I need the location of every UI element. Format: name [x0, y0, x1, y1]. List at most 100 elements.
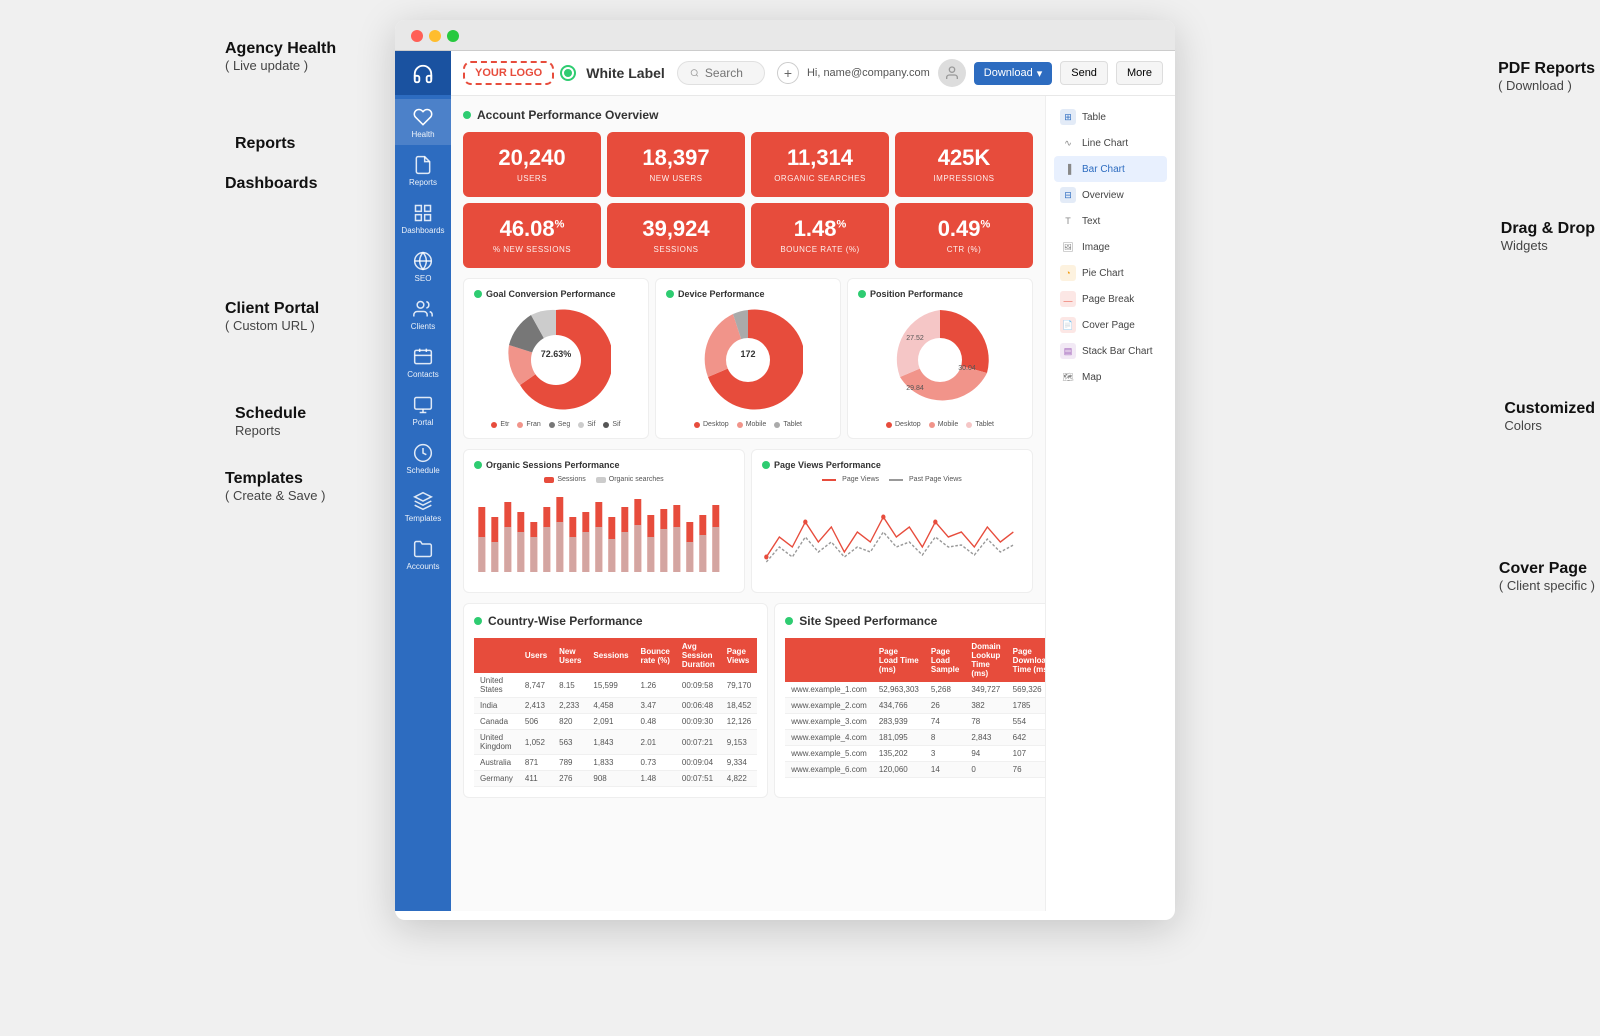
logo-area: YOUR LOGO: [463, 61, 574, 85]
sidebar-item-health[interactable]: Health: [395, 99, 451, 145]
user-avatar: [938, 59, 966, 87]
widget-item-text[interactable]: TText: [1054, 208, 1167, 234]
country-table: Users New Users Sessions Bounce rate (%)…: [474, 638, 757, 787]
goal-conversion-legend: Etr Fran Seg Sif Sif: [491, 421, 620, 428]
sidebar-item-seo[interactable]: SEO: [395, 243, 451, 289]
widget-item-overview[interactable]: ⊟Overview: [1054, 182, 1167, 208]
sidebar-label-accounts: Accounts: [407, 562, 440, 571]
search-box[interactable]: [677, 61, 765, 85]
svg-text:72.63%: 72.63%: [541, 349, 572, 359]
users-icon: [413, 299, 433, 319]
bar-chart-icon: ▐: [1060, 161, 1076, 177]
map-icon: 🗺: [1060, 369, 1076, 385]
portal-icon: [413, 395, 433, 415]
stat-sessions: 39,924 SESSIONS: [607, 203, 745, 268]
download-button[interactable]: Download ▾: [974, 62, 1052, 85]
folder-icon: [413, 539, 433, 559]
table-row: www.example_4.com181,09582,843642: [785, 730, 1045, 746]
overview-section-title: Account Performance Overview: [463, 108, 1033, 122]
logo-badge: YOUR LOGO: [463, 61, 554, 85]
widget-item-pie-chart[interactable]: ◔Pie Chart: [1054, 260, 1167, 286]
device-performance-legend: Desktop Mobile Tablet: [694, 421, 802, 428]
sidebar-item-contacts[interactable]: Contacts: [395, 339, 451, 385]
widget-item-image[interactable]: 🖼Image: [1054, 234, 1167, 260]
search-input[interactable]: [705, 66, 752, 80]
table-row: Canada5068202,0910.4800:09:3012,126: [474, 714, 757, 730]
widget-item-page-break[interactable]: ⎼Page Break: [1054, 286, 1167, 312]
country-table-body: United States8,7478.1515,5991.2600:09:58…: [474, 673, 757, 787]
annotation-agency-health: Agency Health ( Live update ): [225, 40, 336, 73]
sidebar-item-portal[interactable]: Portal: [395, 387, 451, 433]
sidebar-item-accounts[interactable]: Accounts: [395, 531, 451, 577]
widget-list: ⊞Table∿Line Chart▐Bar Chart⊟OverviewTTex…: [1054, 104, 1167, 390]
widget-item-cover-page[interactable]: 📄Cover Page: [1054, 312, 1167, 338]
annotation-pdf-reports: PDF Reports ( Download ): [1498, 60, 1595, 93]
browser-chrome: [395, 20, 1175, 51]
sidebar-label-templates: Templates: [405, 514, 441, 523]
sidebar-item-templates[interactable]: Templates: [395, 483, 451, 529]
sidebar-item-schedule[interactable]: Schedule: [395, 435, 451, 481]
goal-conversion-pie: 72.63%: [501, 305, 611, 415]
svg-text:29.84: 29.84: [906, 385, 924, 392]
globe-icon: [413, 251, 433, 271]
stat-new-users: 18,397 NEW USERS: [607, 132, 745, 197]
stat-new-sessions: 46.08% % NEW SESSIONS: [463, 203, 601, 268]
table-row: India2,4132,2334,4583.4700:06:4818,452: [474, 698, 757, 714]
sidebar-item-reports[interactable]: Reports: [395, 147, 451, 193]
sidebar-label-contacts: Contacts: [407, 370, 439, 379]
white-label-text: White Label: [586, 65, 665, 81]
more-button[interactable]: More: [1116, 61, 1163, 85]
stat-bounce-rate: 1.48% BOUNCE RATE (%): [751, 203, 889, 268]
overview-icon: ⊟: [1060, 187, 1076, 203]
sidebar-label-health: Health: [411, 130, 434, 139]
add-button[interactable]: +: [777, 62, 799, 84]
annotation-reports: Reports: [235, 135, 295, 153]
user-email: Hi, name@company.com: [807, 67, 930, 79]
site-speed-table-section: Site Speed Performance Page Load Time (m…: [774, 603, 1045, 798]
device-performance-chart: Device Performance: [655, 278, 841, 439]
pie-chart-icon: ◔: [1060, 265, 1076, 281]
text-icon: T: [1060, 213, 1076, 229]
stack-bar-chart-icon: ▤: [1060, 343, 1076, 359]
sidebar-label-seo: SEO: [415, 274, 432, 283]
sidebar-logo-area: [395, 51, 451, 95]
sidebar-label-dashboards: Dashboards: [401, 226, 444, 235]
svg-text:27.52: 27.52: [906, 335, 924, 342]
position-performance-legend: Desktop Mobile Tablet: [886, 421, 994, 428]
sidebar-label-schedule: Schedule: [406, 466, 439, 475]
page-break-icon: ⎼: [1060, 291, 1076, 307]
widget-item-line-chart[interactable]: ∿Line Chart: [1054, 130, 1167, 156]
position-performance-chart: Position Performance 2: [847, 278, 1033, 439]
heart-icon: [413, 107, 433, 127]
widget-item-bar-chart[interactable]: ▐Bar Chart: [1054, 156, 1167, 182]
annotation-schedule: Schedule Reports: [235, 405, 306, 438]
minimize-button-dot[interactable]: [429, 30, 441, 42]
stats-grid: 20,240 USERS 18,397 NEW USERS 11,314 ORG…: [463, 132, 1033, 268]
send-button[interactable]: Send: [1060, 61, 1108, 85]
table-row: United States8,7478.1515,5991.2600:09:58…: [474, 673, 757, 698]
bottom-charts: Organic Sessions Performance Sessions Or…: [463, 449, 1033, 593]
widget-item-stack-bar-chart[interactable]: ▤Stack Bar Chart: [1054, 338, 1167, 364]
annotation-cover-page: Cover Page ( Client specific ): [1499, 560, 1595, 593]
status-dot: [463, 111, 471, 119]
app-header: YOUR LOGO White Label +: [451, 51, 1175, 96]
active-dot: [562, 67, 574, 79]
widget-item-table[interactable]: ⊞Table: [1054, 104, 1167, 130]
table-sections: Country-Wise Performance Users New Users: [463, 603, 1033, 798]
table-row: United Kingdom1,0525631,8432.0100:07:219…: [474, 730, 757, 755]
sidebar-item-dashboards[interactable]: Dashboards: [395, 195, 451, 241]
grid-icon: [413, 203, 433, 223]
organic-sessions-chart: Organic Sessions Performance Sessions Or…: [463, 449, 745, 593]
sidebar-item-clients[interactable]: Clients: [395, 291, 451, 337]
table-row: www.example_3.com283,9397478554: [785, 714, 1045, 730]
maximize-button-dot[interactable]: [447, 30, 459, 42]
close-button-dot[interactable]: [411, 30, 423, 42]
stat-ctr: 0.49% CTR (%): [895, 203, 1033, 268]
file-icon: [413, 155, 433, 175]
annotation-customized-colors: Customized Colors: [1504, 400, 1595, 433]
device-performance-pie: 172: [693, 305, 803, 415]
sidebar-label-reports: Reports: [409, 178, 437, 187]
annotation-client-portal: Client Portal ( Custom URL ): [225, 300, 319, 333]
widget-item-map[interactable]: 🗺Map: [1054, 364, 1167, 390]
charts-row: Goal Conversion Performance: [463, 278, 1033, 439]
